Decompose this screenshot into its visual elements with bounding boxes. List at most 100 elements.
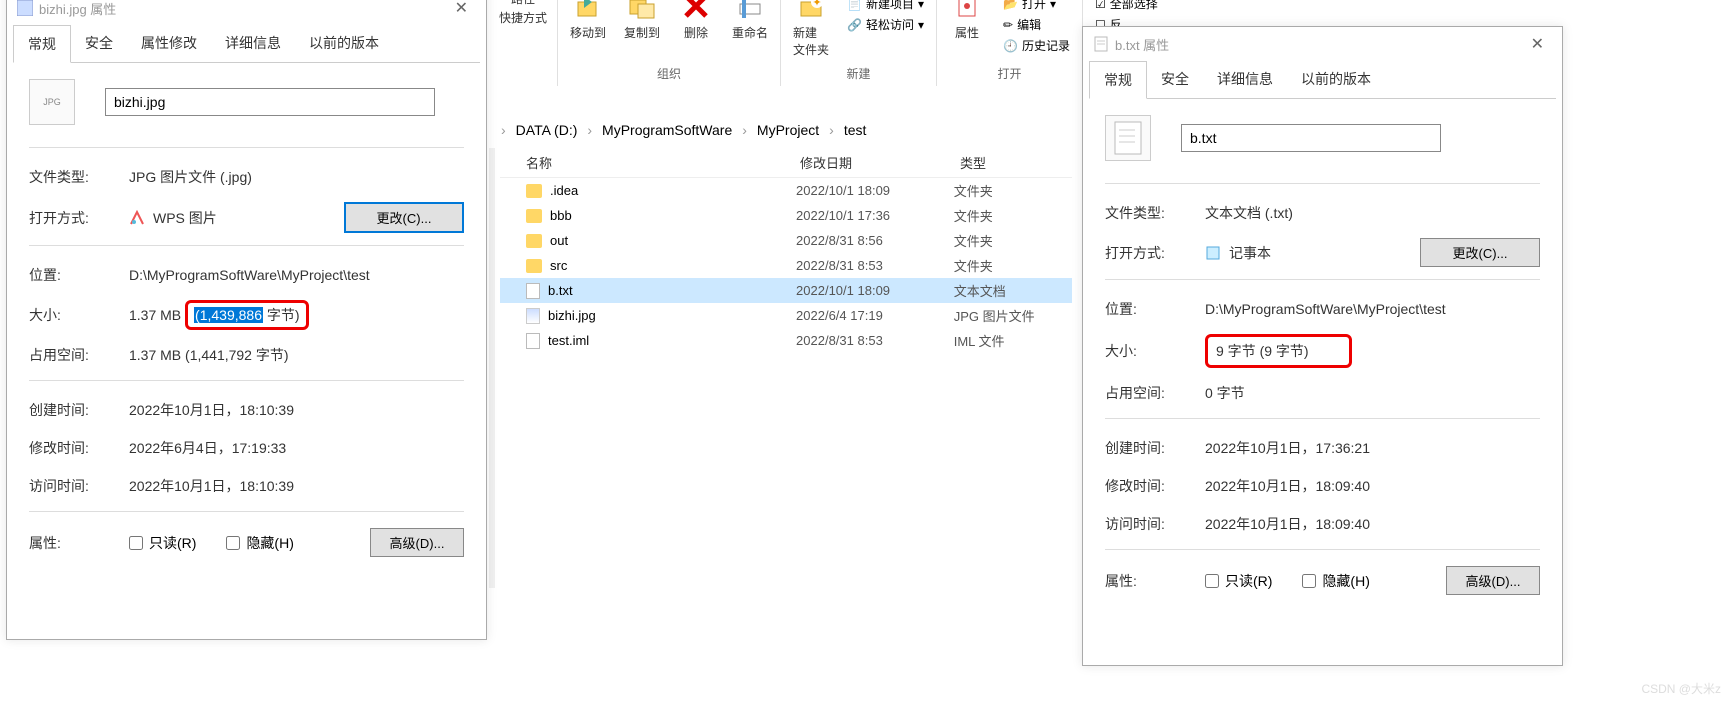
dialog-title-text: bizhi.jpg 属性 xyxy=(39,0,116,18)
accessed-value: 2022年10月1日，18:10:39 xyxy=(129,476,464,496)
properties-button[interactable]: 属性 xyxy=(947,0,987,41)
copy-to-button[interactable]: 复制到 xyxy=(622,0,662,41)
change-button[interactable]: 更改(C)... xyxy=(344,202,464,233)
file-type: 文件夹 xyxy=(954,181,1072,200)
file-row[interactable]: bbb2022/10/1 17:36文件夹 xyxy=(500,203,1072,228)
size-value: 9 字节 (9 字节) xyxy=(1205,334,1540,368)
readonly-checkbox[interactable]: 只读(R) xyxy=(1205,571,1272,591)
file-row[interactable]: test.iml 2022/8/31 8:53IML 文件 xyxy=(500,328,1072,353)
file-date: 2022/10/1 18:09 xyxy=(796,283,954,298)
filename-input[interactable] xyxy=(105,88,435,116)
select-all[interactable]: ☑ 全部选择 xyxy=(1093,0,1160,13)
file-thumb-icon: JPG xyxy=(29,79,75,125)
tab-details[interactable]: 详细信息 xyxy=(1203,61,1287,98)
open-with-app: 记事本 xyxy=(1229,243,1271,263)
disk-size-value: 0 字节 xyxy=(1205,383,1540,403)
properties-dialog-btxt: b.txt 属性 ✕ 常规 安全 详细信息 以前的版本 文件类型:文本文档 (.… xyxy=(1082,26,1563,666)
file-row[interactable]: out 2022/8/31 8:56文件夹 xyxy=(500,228,1072,253)
bc-disk[interactable]: DATA (D:) xyxy=(516,122,578,138)
tab-general[interactable]: 常规 xyxy=(1089,61,1147,99)
file-row[interactable]: bizhi.jpg2022/6/4 17:19JPG 图片文件 xyxy=(500,303,1072,328)
tab-security[interactable]: 安全 xyxy=(71,25,127,62)
file-thumb-icon xyxy=(1105,115,1151,161)
file-date: 2022/8/31 8:53 xyxy=(796,258,954,273)
close-icon[interactable]: ✕ xyxy=(447,0,476,18)
filename-input[interactable] xyxy=(1181,124,1441,152)
new-folder-button[interactable]: ✦新建 文件夹 xyxy=(791,0,831,58)
file-name: out xyxy=(550,233,568,248)
file-name: .idea xyxy=(550,183,578,198)
tab-details[interactable]: 详细信息 xyxy=(211,25,295,62)
disk-size-value: 1.37 MB (1,441,792 字节) xyxy=(129,345,464,365)
file-row[interactable]: src 2022/8/31 8:53文件夹 xyxy=(500,253,1072,278)
file-row[interactable]: .idea 2022/10/1 18:09文件夹 xyxy=(500,178,1072,203)
file-list: 名称 修改日期 类型 .idea2022/10/1 18:09文件夹bbb202… xyxy=(500,148,1072,353)
image-icon xyxy=(526,308,540,324)
modified-value: 2022年10月1日，18:09:40 xyxy=(1205,476,1540,496)
hidden-checkbox[interactable]: 隐藏(H) xyxy=(1302,571,1369,591)
tab-security[interactable]: 安全 xyxy=(1147,61,1203,98)
open-item[interactable]: 📂 打开 ▾ xyxy=(1001,0,1072,13)
col-type[interactable]: 类型 xyxy=(960,153,1060,172)
dialog-titlebar[interactable]: bizhi.jpg 属性 ✕ xyxy=(7,0,486,25)
file-type: IML 文件 xyxy=(954,331,1072,350)
tab-attrmod[interactable]: 属性修改 xyxy=(127,25,211,62)
bc-p2[interactable]: MyProject xyxy=(757,122,819,138)
file-type: 文件夹 xyxy=(954,231,1072,250)
easy-access[interactable]: 🔗 轻松访问 ▾ xyxy=(845,15,926,34)
properties-dialog-bizhi: bizhi.jpg 属性 ✕ 常规 安全 属性修改 详细信息 以前的版本 JPG… xyxy=(6,0,487,640)
jpg-icon xyxy=(17,0,33,16)
file-date: 2022/8/31 8:56 xyxy=(796,233,954,248)
bc-p3[interactable]: test xyxy=(844,122,867,138)
folder-icon xyxy=(526,234,542,248)
file-date: 2022/10/1 17:36 xyxy=(796,208,954,223)
folder-icon xyxy=(526,184,542,198)
file-type: 文本文档 (.txt) xyxy=(1205,203,1540,223)
tab-prev[interactable]: 以前的版本 xyxy=(1287,61,1385,98)
file-name: bbb xyxy=(550,208,572,223)
hidden-checkbox[interactable]: 隐藏(H) xyxy=(226,533,293,553)
file-type: 文件夹 xyxy=(954,256,1072,275)
size-value: 1.37 MB (1,439,886 字节) xyxy=(129,300,464,330)
file-row[interactable]: b.txt2022/10/1 18:09文本文档 xyxy=(500,278,1072,303)
explorer-left-scroll[interactable] xyxy=(489,148,495,588)
accessed-value: 2022年10月1日，18:09:40 xyxy=(1205,514,1540,534)
file-name: bizhi.jpg xyxy=(548,308,596,323)
move-to-button[interactable]: 移动到 xyxy=(568,0,608,41)
close-icon[interactable]: ✕ xyxy=(1523,34,1552,54)
bc-p1[interactable]: MyProgramSoftWare xyxy=(602,122,732,138)
col-name[interactable]: 名称 xyxy=(500,153,800,172)
tab-general[interactable]: 常规 xyxy=(13,25,71,63)
file-icon xyxy=(526,283,540,299)
history-item[interactable]: 🕘 历史记录 xyxy=(1001,36,1072,55)
watermark: CSDN @大米z xyxy=(1641,680,1721,697)
file-type: JPG 图片文件 xyxy=(954,306,1072,325)
svg-text:✦: ✦ xyxy=(812,0,821,9)
rename-button[interactable]: 重命名 xyxy=(730,0,770,41)
readonly-checkbox[interactable]: 只读(R) xyxy=(129,533,196,553)
delete-button[interactable]: 删除 xyxy=(676,0,716,41)
file-date: 2022/10/1 18:09 xyxy=(796,183,954,198)
change-button[interactable]: 更改(C)... xyxy=(1420,238,1540,267)
clipboard[interactable]: 路径快捷方式 xyxy=(499,0,547,26)
created-value: 2022年10月1日，17:36:21 xyxy=(1205,438,1540,458)
new-item[interactable]: 📄 新建项目 ▾ xyxy=(845,0,926,13)
file-name: src xyxy=(550,258,567,273)
dialog-title-text: b.txt 属性 xyxy=(1115,35,1169,54)
col-date[interactable]: 修改日期 xyxy=(800,153,960,172)
modified-value: 2022年6月4日，17:19:33 xyxy=(129,438,464,458)
folder-icon xyxy=(526,259,542,273)
advanced-button[interactable]: 高级(D)... xyxy=(1446,566,1540,595)
tab-prev[interactable]: 以前的版本 xyxy=(295,25,393,62)
file-type: JPG 图片文件 (.jpg) xyxy=(129,167,464,187)
breadcrumb[interactable]: › DATA (D:) › MyProgramSoftWare › MyProj… xyxy=(489,114,878,146)
created-value: 2022年10月1日，18:10:39 xyxy=(129,400,464,420)
tabs: 常规 安全 详细信息 以前的版本 xyxy=(1089,61,1556,99)
dialog-titlebar[interactable]: b.txt 属性 ✕ xyxy=(1083,27,1562,61)
file-name: test.iml xyxy=(548,333,589,348)
location-value: D:\MyProgramSoftWare\MyProject\test xyxy=(129,267,464,283)
edit-item[interactable]: ✏ 编辑 xyxy=(1001,15,1072,34)
file-list-header[interactable]: 名称 修改日期 类型 xyxy=(500,148,1072,178)
file-date: 2022/8/31 8:53 xyxy=(796,333,954,348)
advanced-button[interactable]: 高级(D)... xyxy=(370,528,464,557)
